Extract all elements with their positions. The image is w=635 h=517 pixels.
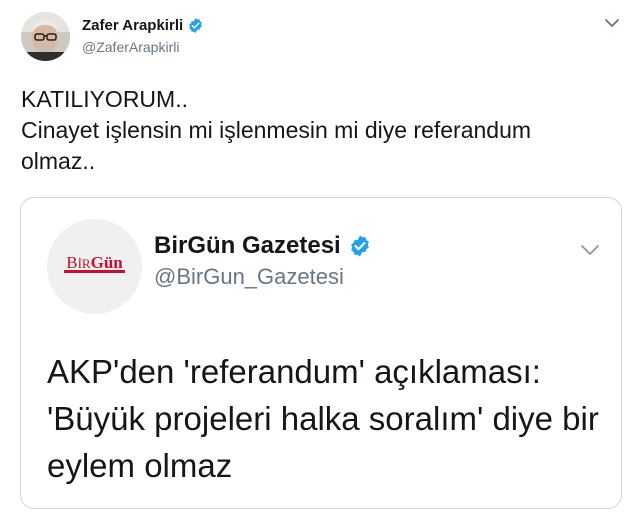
- author-name-row[interactable]: Zafer Arapkirli: [82, 17, 204, 34]
- avatar-photo-icon: [21, 12, 70, 61]
- quoted-author-avatar[interactable]: BİRGün: [47, 219, 142, 314]
- tweet-card: Zafer Arapkirli @ZaferArapkirli KATILIYO…: [0, 0, 635, 517]
- verified-badge-icon: [189, 18, 202, 33]
- chevron-down-icon[interactable]: [604, 17, 620, 29]
- author-name[interactable]: Zafer Arapkirli: [82, 17, 183, 34]
- quoted-author-handle[interactable]: @BirGun_Gazetesi: [154, 264, 344, 290]
- svg-text:BİRGün: BİRGün: [66, 253, 123, 272]
- quoted-author-name-row[interactable]: BirGün Gazetesi: [154, 232, 372, 260]
- verified-badge-icon: [350, 235, 369, 257]
- author-handle[interactable]: @ZaferArapkirli: [82, 39, 179, 55]
- quoted-tweet-card[interactable]: BİRGün BirGün Gazetesi @BirGun_Gazetesi …: [20, 197, 622, 509]
- quoted-author-name[interactable]: BirGün Gazetesi: [154, 232, 341, 260]
- tweet-text: KATILIYORUM.. Cinayet işlensin mi işlenm…: [21, 86, 532, 174]
- quoted-tweet-text: AKP'den 'referandum' açıklaması: 'Büyük …: [47, 353, 599, 484]
- birgun-logo-icon: BİRGün: [47, 219, 142, 314]
- chevron-down-icon[interactable]: [580, 243, 600, 256]
- author-avatar[interactable]: [21, 12, 70, 61]
